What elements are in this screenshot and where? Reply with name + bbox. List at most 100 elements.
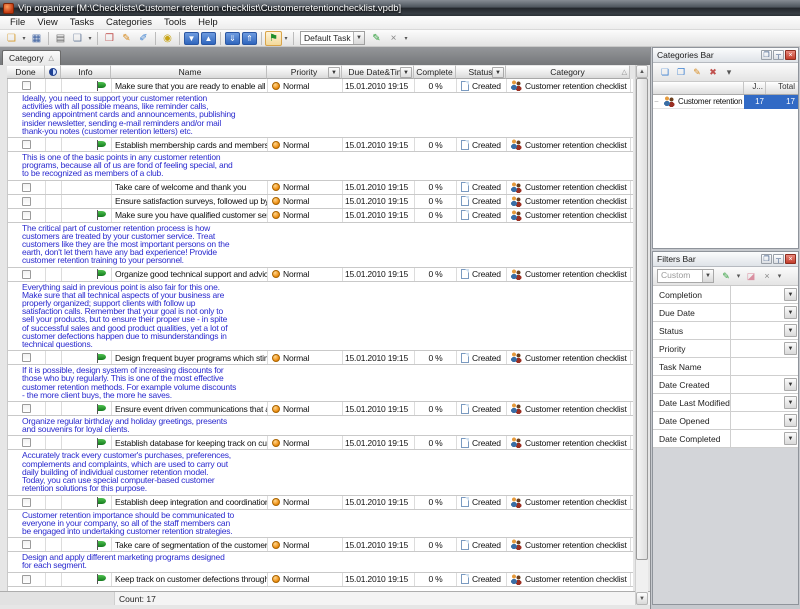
filter-value-field[interactable] <box>731 376 783 393</box>
tree-expander[interactable]: – <box>653 98 660 105</box>
menu-file[interactable]: File <box>4 16 31 29</box>
task-row[interactable]: Organize good technical support and advi… <box>8 268 633 282</box>
filter-dropdown-icon[interactable]: ▼ <box>784 342 797 355</box>
filter-dropdown-icon[interactable]: ▼ <box>784 432 797 445</box>
task-checkbox[interactable] <box>22 81 31 90</box>
filter-dropdown-icon[interactable]: ▼ <box>784 306 797 319</box>
task-row[interactable]: Take care of segmentation of the custome… <box>8 538 633 552</box>
column-header-status[interactable]: Status ▼ <box>456 65 506 79</box>
menu-view[interactable]: View <box>31 16 63 29</box>
edit-task-icon[interactable]: ✎ <box>118 31 135 46</box>
view-notes-icon[interactable]: ◉ <box>159 31 176 46</box>
task-row[interactable]: Make sure that you are ready to enable a… <box>8 79 633 93</box>
column-header-done[interactable]: Done <box>7 65 45 79</box>
save-icon[interactable]: ▦ <box>28 31 45 46</box>
task-checkbox[interactable] <box>22 270 31 279</box>
filter-preset-combo[interactable]: Custom ▼ <box>657 269 714 283</box>
filters-overflow-icon[interactable]: ▾ <box>775 269 784 283</box>
categories-close-icon[interactable]: × <box>785 50 796 60</box>
print-icon[interactable]: ▤ <box>52 31 69 46</box>
column-header-priority[interactable]: Priority ▼ <box>267 65 342 79</box>
filter-dropdown-icon[interactable]: ▾ <box>734 269 743 283</box>
categories-overflow-icon[interactable]: ▾ <box>721 65 737 79</box>
move-bottom-icon[interactable]: ⇓ <box>225 32 240 45</box>
task-checkbox[interactable] <box>22 540 31 549</box>
filter-preset-dropdown-icon[interactable]: ▼ <box>702 270 713 282</box>
print-overflow-icon[interactable]: ▾ <box>86 31 94 46</box>
complete-task-icon[interactable]: ✐ <box>135 31 152 46</box>
filter-dropdown-icon[interactable]: ▼ <box>784 378 797 391</box>
categories-pin-icon[interactable]: ┬ <box>773 50 784 60</box>
status-filter-dropdown[interactable]: ▼ <box>492 67 504 78</box>
delete-category-icon[interactable]: ✖ <box>705 65 721 79</box>
menu-categories[interactable]: Categories <box>100 16 158 29</box>
menu-tasks[interactable]: Tasks <box>64 16 100 29</box>
task-row[interactable]: Make sure you have qualified customer se… <box>8 209 633 223</box>
column-header-info[interactable]: Info <box>61 65 111 79</box>
print-preview-icon[interactable]: ❑ <box>69 31 86 46</box>
task-row[interactable]: Establish deep integration and coordinat… <box>8 496 633 510</box>
task-checkbox[interactable] <box>22 211 31 220</box>
task-row[interactable]: Establish database for keeping track on … <box>8 436 633 450</box>
task-checkbox[interactable] <box>22 353 31 362</box>
category-row[interactable]: –Customer retention checklist1717 <box>653 95 798 109</box>
apply-filter-icon[interactable]: ✎ <box>718 269 734 283</box>
filters-close-icon[interactable]: × <box>785 254 796 264</box>
filter-value-field[interactable] <box>731 430 783 447</box>
task-checkbox[interactable] <box>22 498 31 507</box>
filter-value-field[interactable] <box>731 340 783 357</box>
task-checkbox[interactable] <box>22 575 31 584</box>
clear-filter-icon[interactable]: × <box>759 269 775 283</box>
task-checkbox[interactable] <box>22 183 31 192</box>
task-checkbox[interactable] <box>22 140 31 149</box>
priority-filter-dropdown[interactable]: ▼ <box>328 67 340 78</box>
column-header-name[interactable]: Name <box>111 65 267 79</box>
delete-task-icon[interactable]: ❒ <box>101 31 118 46</box>
edit-category-icon[interactable]: ✎ <box>689 65 705 79</box>
task-row[interactable]: Ensure event driven communications that … <box>8 402 633 416</box>
scrollbar-thumb[interactable] <box>636 78 648 560</box>
categories-name-column[interactable] <box>653 82 744 94</box>
task-row[interactable]: Ensure satisfaction surveys, followed up… <box>8 195 633 209</box>
column-header-flag[interactable] <box>45 65 61 79</box>
categories-total-column[interactable]: Total <box>766 82 798 94</box>
new-task-dropdown-icon[interactable]: ▾ <box>20 31 28 46</box>
filter-dropdown-icon[interactable]: ▼ <box>784 288 797 301</box>
task-row[interactable]: Keep track on customer defections throug… <box>8 573 633 587</box>
categories-maximize-icon[interactable]: ❐ <box>761 50 772 60</box>
column-header-complete[interactable]: Complete <box>414 65 456 79</box>
filter-value-field[interactable] <box>731 322 783 339</box>
scroll-down-button[interactable]: ▼ <box>636 592 648 605</box>
move-down-icon[interactable]: ▼ <box>184 32 199 45</box>
task-checkbox[interactable] <box>22 404 31 413</box>
assign-task-icon[interactable]: ✎ <box>368 31 385 46</box>
due-date-filter-dropdown[interactable]: ▼ <box>400 67 412 78</box>
default-task-combo[interactable]: Default Task▼ <box>300 31 365 45</box>
task-checkbox[interactable] <box>22 438 31 447</box>
filter-value-field[interactable] <box>731 412 783 429</box>
column-header-category[interactable]: Category △ <box>506 65 630 79</box>
new-subcategory-icon[interactable]: ❐ <box>673 65 689 79</box>
task-row[interactable]: Take care of welcome and thank youNormal… <box>8 181 633 195</box>
task-checkbox[interactable] <box>22 197 31 206</box>
categories-j-column[interactable]: J... <box>744 82 766 94</box>
filter-value-field[interactable] <box>731 394 783 411</box>
column-header-due-date[interactable]: Due Date&Time ▼ <box>342 65 414 79</box>
filter-value-field[interactable] <box>731 286 783 303</box>
filter-value-field[interactable] <box>731 358 798 375</box>
move-up-icon[interactable]: ▲ <box>201 32 216 45</box>
show-flags-toggle[interactable]: ⚑ <box>265 31 282 46</box>
filters-maximize-icon[interactable]: ❐ <box>761 254 772 264</box>
task-row[interactable]: Design frequent buyer programs which sti… <box>8 351 633 365</box>
erase-filter-icon[interactable]: ◪ <box>743 269 759 283</box>
filters-pin-icon[interactable]: ┬ <box>773 254 784 264</box>
vertical-scrollbar[interactable]: ▲ ▼ <box>635 65 648 605</box>
scroll-up-button[interactable]: ▲ <box>636 65 648 78</box>
move-top-icon[interactable]: ⇑ <box>242 32 257 45</box>
menu-tools[interactable]: Tools <box>158 16 192 29</box>
task-row[interactable]: Establish membership cards and membershi… <box>8 138 633 152</box>
filter-dropdown-icon[interactable]: ▼ <box>784 324 797 337</box>
new-task-icon[interactable]: ❏ <box>3 31 20 46</box>
filter-value-field[interactable] <box>731 304 783 321</box>
filter-dropdown-icon[interactable]: ▼ <box>784 414 797 427</box>
